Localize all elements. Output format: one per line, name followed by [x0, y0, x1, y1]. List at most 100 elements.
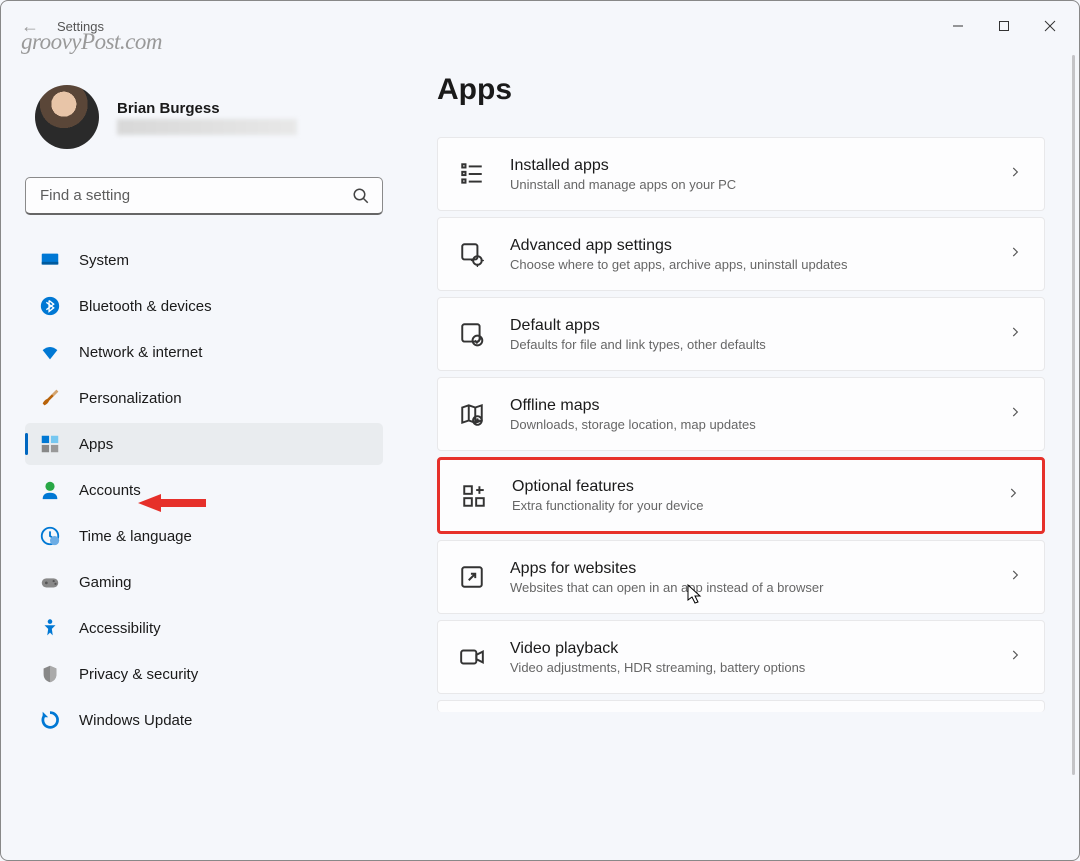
sidebar-item-time[interactable]: Time & language: [25, 515, 383, 557]
accessibility-icon: [39, 617, 61, 639]
card-text: Default apps Defaults for file and link …: [510, 317, 1008, 352]
card-text: Installed apps Uninstall and manage apps…: [510, 157, 1008, 192]
card-desc: Extra functionality for your device: [512, 498, 1006, 513]
card-text: Optional features Extra functionality fo…: [512, 478, 1006, 513]
card-desc: Uninstall and manage apps on your PC: [510, 177, 1008, 192]
chevron-right-icon: [1006, 486, 1020, 505]
open-link-icon: [458, 563, 486, 591]
sidebar-item-network[interactable]: Network & internet: [25, 331, 383, 373]
card-title: Advanced app settings: [510, 237, 1008, 255]
sidebar: Brian Burgess System Bluetooth & devices: [1, 51, 401, 860]
card-text: Video playback Video adjustments, HDR st…: [510, 640, 1008, 675]
chevron-right-icon: [1008, 245, 1022, 264]
scrollbar-thumb[interactable]: [1072, 55, 1075, 775]
sidebar-item-system[interactable]: System: [25, 239, 383, 281]
minimize-icon: [952, 20, 964, 32]
titlebar-left: ← Settings: [21, 16, 104, 37]
card-video-playback[interactable]: Video playback Video adjustments, HDR st…: [437, 620, 1045, 694]
chevron-right-icon: [1008, 325, 1022, 344]
card-title: Optional features: [512, 478, 1006, 496]
card-optional-features[interactable]: Optional features Extra functionality fo…: [437, 457, 1045, 534]
nav-label: Network & internet: [79, 344, 202, 361]
nav-label: Bluetooth & devices: [79, 298, 212, 315]
app-settings-icon: [458, 240, 486, 268]
card-desc: Video adjustments, HDR streaming, batter…: [510, 660, 1008, 675]
card-title: Default apps: [510, 317, 1008, 335]
nav-label: Accessibility: [79, 620, 161, 637]
nav-label: Accounts: [79, 482, 141, 499]
window-controls: [935, 7, 1073, 45]
list-icon: [458, 160, 486, 188]
nav-label: Privacy & security: [79, 666, 198, 683]
card-desc: Websites that can open in an app instead…: [510, 580, 1008, 595]
card-desc: Choose where to get apps, archive apps, …: [510, 257, 1008, 272]
chevron-right-icon: [1008, 568, 1022, 587]
apps-icon: [39, 433, 61, 455]
nav-label: Personalization: [79, 390, 182, 407]
shield-icon: [39, 663, 61, 685]
card-text: Offline maps Downloads, storage location…: [510, 397, 1008, 432]
map-icon: [458, 400, 486, 428]
minimize-button[interactable]: [935, 7, 981, 45]
close-button[interactable]: [1027, 7, 1073, 45]
video-icon: [458, 643, 486, 671]
chevron-right-icon: [1008, 405, 1022, 424]
system-icon: [39, 249, 61, 271]
nav-label: Windows Update: [79, 712, 192, 729]
sidebar-item-personalization[interactable]: Personalization: [25, 377, 383, 419]
sidebar-item-privacy[interactable]: Privacy & security: [25, 653, 383, 695]
arrow-annotation: [136, 488, 206, 518]
profile-section[interactable]: Brian Burgess: [35, 85, 383, 149]
card-partial[interactable]: [437, 700, 1045, 712]
scrollbar[interactable]: [1065, 55, 1075, 856]
search-input[interactable]: [40, 187, 352, 204]
brush-icon: [39, 387, 61, 409]
gamepad-icon: [39, 571, 61, 593]
card-text: Apps for websites Websites that can open…: [510, 560, 1008, 595]
nav-label: Gaming: [79, 574, 132, 591]
clock-globe-icon: [39, 525, 61, 547]
person-icon: [39, 479, 61, 501]
sidebar-item-bluetooth[interactable]: Bluetooth & devices: [25, 285, 383, 327]
card-apps-for-websites[interactable]: Apps for websites Websites that can open…: [437, 540, 1045, 614]
page-title: Apps: [437, 73, 1045, 107]
card-title: Apps for websites: [510, 560, 1008, 578]
back-button[interactable]: ←: [21, 16, 39, 37]
titlebar: ← Settings: [1, 1, 1079, 51]
close-icon: [1044, 20, 1056, 32]
maximize-button[interactable]: [981, 7, 1027, 45]
content-area: Brian Burgess System Bluetooth & devices: [1, 51, 1079, 860]
nav-label: System: [79, 252, 129, 269]
card-title: Installed apps: [510, 157, 1008, 175]
sidebar-item-accessibility[interactable]: Accessibility: [25, 607, 383, 649]
sidebar-item-update[interactable]: Windows Update: [25, 699, 383, 741]
profile-name: Brian Burgess: [117, 100, 297, 117]
card-advanced-app-settings[interactable]: Advanced app settings Choose where to ge…: [437, 217, 1045, 291]
avatar: [35, 85, 99, 149]
card-installed-apps[interactable]: Installed apps Uninstall and manage apps…: [437, 137, 1045, 211]
nav-label: Apps: [79, 436, 113, 453]
maximize-icon: [998, 20, 1010, 32]
default-apps-icon: [458, 320, 486, 348]
nav-label: Time & language: [79, 528, 192, 545]
profile-info: Brian Burgess: [117, 100, 297, 135]
search-icon: [352, 187, 370, 205]
card-desc: Defaults for file and link types, other …: [510, 337, 1008, 352]
sidebar-item-apps[interactable]: Apps: [25, 423, 383, 465]
settings-cards: Installed apps Uninstall and manage apps…: [437, 137, 1045, 712]
card-title: Video playback: [510, 640, 1008, 658]
main-panel: Apps Installed apps Uninstall and manage…: [401, 51, 1079, 860]
card-offline-maps[interactable]: Offline maps Downloads, storage location…: [437, 377, 1045, 451]
chevron-right-icon: [1008, 165, 1022, 184]
wifi-icon: [39, 341, 61, 363]
window-title: Settings: [57, 19, 104, 34]
update-icon: [39, 709, 61, 731]
search-box[interactable]: [25, 177, 383, 215]
grid-plus-icon: [460, 482, 488, 510]
settings-window: groovyPost.com ← Settings Brian Burgess: [0, 0, 1080, 861]
card-title: Offline maps: [510, 397, 1008, 415]
bluetooth-icon: [39, 295, 61, 317]
chevron-right-icon: [1008, 648, 1022, 667]
card-default-apps[interactable]: Default apps Defaults for file and link …: [437, 297, 1045, 371]
sidebar-item-gaming[interactable]: Gaming: [25, 561, 383, 603]
